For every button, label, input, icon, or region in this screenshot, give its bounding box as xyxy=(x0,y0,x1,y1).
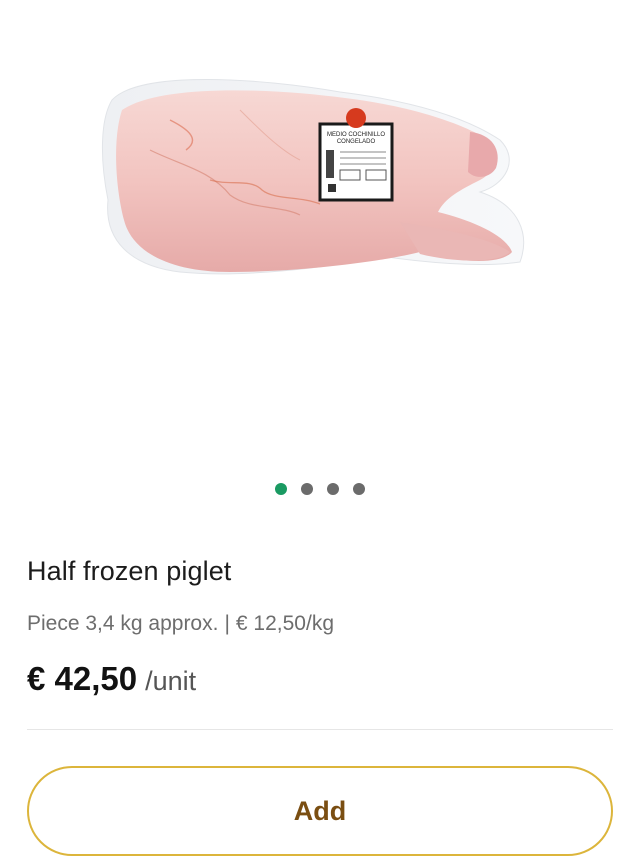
price-unit: /unit xyxy=(145,666,197,696)
product-image-carousel[interactable]: MEDIO COCHINILLO CONGELADO xyxy=(0,0,640,460)
add-button[interactable]: Add xyxy=(27,766,613,856)
carousel-dot-1[interactable] xyxy=(275,483,287,495)
product-image: MEDIO COCHINILLO CONGELADO xyxy=(101,79,525,275)
product-title: Half frozen piglet xyxy=(27,556,232,586)
divider xyxy=(27,729,613,730)
label-text-line2: CONGELADO xyxy=(337,139,376,145)
product-subtitle: Piece 3,4 kg approx. | € 12,50/kg xyxy=(27,612,334,636)
carousel-dot-3[interactable] xyxy=(327,483,339,495)
label-text-line1: MEDIO COCHINILLO xyxy=(327,132,385,138)
product-detail-page: MEDIO COCHINILLO CONGELADO Half frozen p… xyxy=(0,0,640,858)
product-price: € 42,50 xyxy=(27,660,138,697)
carousel-dot-4[interactable] xyxy=(353,483,365,495)
piece-info: Piece 3,4 kg approx. xyxy=(27,612,219,635)
subtitle-separator: | xyxy=(224,612,230,635)
carousel-dot-2[interactable] xyxy=(301,483,313,495)
price-row: € 42,50 /unit xyxy=(27,660,196,698)
price-per-kg: € 12,50/kg xyxy=(235,612,335,635)
carousel-indicators xyxy=(0,483,640,495)
